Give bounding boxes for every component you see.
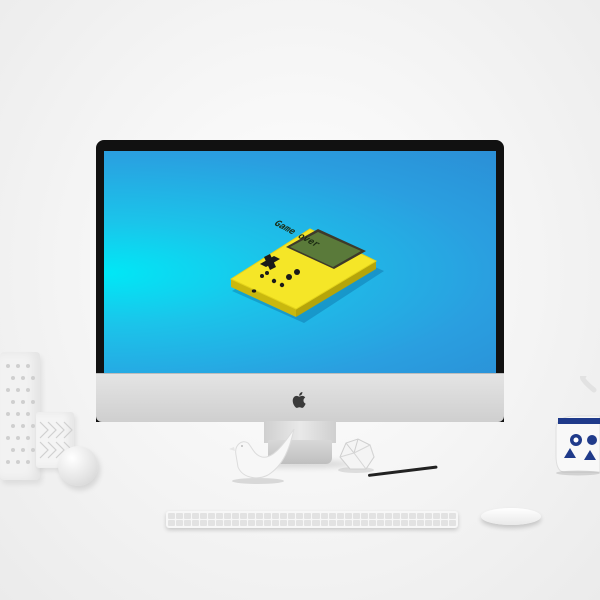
desk-scene: Game over xyxy=(0,0,600,600)
gameboy-illustration: Game over xyxy=(229,219,384,323)
patterned-teapot xyxy=(555,376,600,476)
gameboy-button-select xyxy=(271,278,277,284)
gameboy-button-start xyxy=(279,282,285,288)
tall-perforated-vase xyxy=(0,352,40,480)
crumpled-paper xyxy=(338,438,375,473)
gameboy-jack xyxy=(251,289,257,293)
gameboy-button-b xyxy=(286,274,292,280)
gameboy-button-small-b xyxy=(265,271,269,275)
white-sphere-ornament xyxy=(58,446,98,486)
bird-figurine xyxy=(229,428,295,484)
magic-mouse xyxy=(481,508,541,525)
apple-logo-icon xyxy=(292,392,306,408)
gameboy-button-small-a xyxy=(260,274,264,278)
imac-screen: Game over xyxy=(104,151,496,373)
gameboy-button-a xyxy=(294,269,300,275)
pencil xyxy=(367,465,438,477)
keyboard xyxy=(166,511,458,528)
